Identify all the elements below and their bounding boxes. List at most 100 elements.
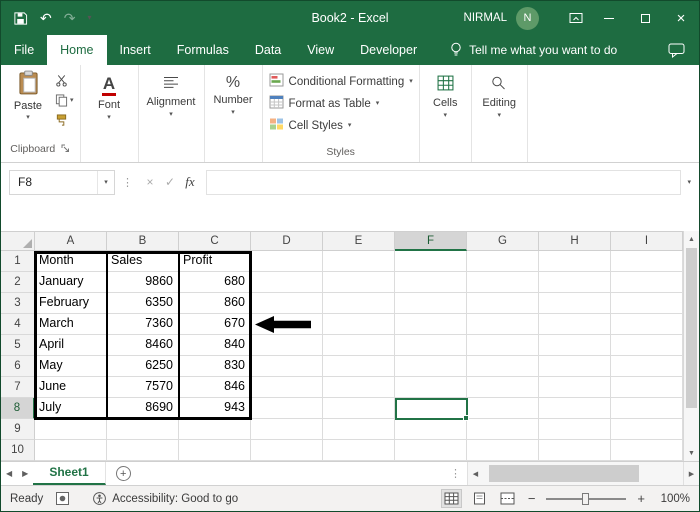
- previous-sheet-icon[interactable]: ◀: [1, 469, 17, 478]
- cell-A6[interactable]: May: [35, 356, 107, 377]
- cell-B5[interactable]: 8460: [107, 335, 179, 356]
- row-header-2[interactable]: 2: [1, 272, 35, 293]
- cell[interactable]: [179, 440, 251, 461]
- cell[interactable]: [323, 440, 395, 461]
- cell[interactable]: [323, 419, 395, 440]
- horizontal-scroll-thumb[interactable]: [489, 465, 639, 482]
- zoom-slider-thumb[interactable]: [582, 493, 589, 505]
- tab-data[interactable]: Data: [242, 35, 294, 65]
- cell[interactable]: [179, 419, 251, 440]
- next-sheet-icon[interactable]: ▶: [17, 469, 33, 478]
- scroll-up-icon[interactable]: ▲: [684, 231, 699, 247]
- tab-home[interactable]: Home: [47, 35, 106, 65]
- cell[interactable]: [539, 251, 611, 272]
- minimize-button[interactable]: [591, 1, 627, 35]
- conditional-formatting-button[interactable]: Conditional Formatting ▾: [269, 72, 413, 91]
- row-header-3[interactable]: 3: [1, 293, 35, 314]
- close-button[interactable]: ×: [663, 1, 699, 35]
- cell[interactable]: [539, 377, 611, 398]
- cell[interactable]: [467, 377, 539, 398]
- cell[interactable]: [611, 356, 683, 377]
- name-box[interactable]: F8 ▾: [9, 170, 115, 195]
- zoom-level-label[interactable]: 100%: [656, 493, 690, 505]
- cell[interactable]: [539, 356, 611, 377]
- column-header-H[interactable]: H: [539, 231, 611, 251]
- new-sheet-icon[interactable]: +: [116, 466, 131, 481]
- cell[interactable]: [323, 356, 395, 377]
- column-header-F[interactable]: F: [395, 231, 467, 251]
- cell[interactable]: [611, 272, 683, 293]
- cell[interactable]: [323, 314, 395, 335]
- tab-splitter-handle[interactable]: ⋮: [450, 467, 461, 480]
- cell-B4[interactable]: 7360: [107, 314, 179, 335]
- cell-B1[interactable]: Sales: [107, 251, 179, 272]
- redo-icon[interactable]: ↷: [64, 10, 76, 27]
- zoom-slider[interactable]: [546, 498, 626, 500]
- cell[interactable]: [323, 293, 395, 314]
- cell[interactable]: [395, 272, 467, 293]
- column-header-I[interactable]: I: [611, 231, 683, 251]
- customize-qat-chevron-icon[interactable]: ▾: [87, 14, 91, 22]
- column-header-C[interactable]: C: [179, 231, 251, 251]
- cell[interactable]: [35, 440, 107, 461]
- maximize-button[interactable]: [627, 1, 663, 35]
- cell[interactable]: [539, 314, 611, 335]
- column-header-B[interactable]: B: [107, 231, 179, 251]
- column-header-D[interactable]: D: [251, 231, 323, 251]
- cell[interactable]: [323, 251, 395, 272]
- cell[interactable]: [611, 419, 683, 440]
- cell[interactable]: [611, 314, 683, 335]
- number-group-button[interactable]: % Number ▾: [205, 65, 263, 162]
- select-all-corner[interactable]: [1, 231, 35, 251]
- cell[interactable]: [251, 398, 323, 419]
- cell-C8[interactable]: 943: [179, 398, 251, 419]
- cell[interactable]: [251, 440, 323, 461]
- undo-icon[interactable]: ↶: [40, 10, 52, 27]
- cell[interactable]: [251, 272, 323, 293]
- cell-B2[interactable]: 9860: [107, 272, 179, 293]
- formula-bar-drag-handle[interactable]: ⋮: [122, 176, 133, 189]
- page-break-view-icon[interactable]: [498, 490, 517, 507]
- cell[interactable]: [323, 398, 395, 419]
- cells-group-button[interactable]: Cells ▾: [420, 65, 472, 162]
- cancel-icon[interactable]: ×: [140, 175, 160, 189]
- scroll-right-icon[interactable]: ▶: [683, 462, 699, 485]
- cell-C5[interactable]: 840: [179, 335, 251, 356]
- cell[interactable]: [467, 293, 539, 314]
- sheet-tab-sheet1[interactable]: Sheet1: [33, 462, 105, 485]
- insert-function-icon[interactable]: fx: [180, 174, 200, 190]
- cell-styles-button[interactable]: Cell Styles ▾: [269, 116, 413, 135]
- cell[interactable]: [251, 293, 323, 314]
- cell[interactable]: [539, 335, 611, 356]
- zoom-out-icon[interactable]: −: [526, 491, 538, 506]
- row-header-4[interactable]: 4: [1, 314, 35, 335]
- cell[interactable]: [107, 419, 179, 440]
- cell[interactable]: [467, 356, 539, 377]
- tell-me-box[interactable]: Tell me what you want to do: [450, 42, 617, 59]
- cell[interactable]: [611, 377, 683, 398]
- scroll-down-icon[interactable]: ▼: [684, 445, 699, 461]
- cell[interactable]: [251, 377, 323, 398]
- cell-A2[interactable]: January: [35, 272, 107, 293]
- vertical-scrollbar[interactable]: ▲ ▼: [683, 231, 699, 461]
- vertical-scroll-thumb[interactable]: [686, 248, 697, 408]
- cell[interactable]: [251, 356, 323, 377]
- tab-view[interactable]: View: [294, 35, 347, 65]
- cell-F8[interactable]: [395, 398, 467, 419]
- tab-insert[interactable]: Insert: [107, 35, 164, 65]
- cell-C1[interactable]: Profit: [179, 251, 251, 272]
- row-header-1[interactable]: 1: [1, 251, 35, 272]
- save-icon[interactable]: [13, 11, 28, 26]
- cell[interactable]: [539, 398, 611, 419]
- cell-B7[interactable]: 7570: [107, 377, 179, 398]
- cell[interactable]: [539, 440, 611, 461]
- horizontal-scroll-track[interactable]: [483, 462, 683, 485]
- column-header-E[interactable]: E: [323, 231, 395, 251]
- page-layout-view-icon[interactable]: [470, 490, 489, 507]
- name-box-chevron-icon[interactable]: ▾: [97, 171, 114, 194]
- cell[interactable]: [251, 419, 323, 440]
- cell[interactable]: [611, 398, 683, 419]
- row-header-5[interactable]: 5: [1, 335, 35, 356]
- tab-developer[interactable]: Developer: [347, 35, 430, 65]
- zoom-in-icon[interactable]: +: [635, 491, 647, 506]
